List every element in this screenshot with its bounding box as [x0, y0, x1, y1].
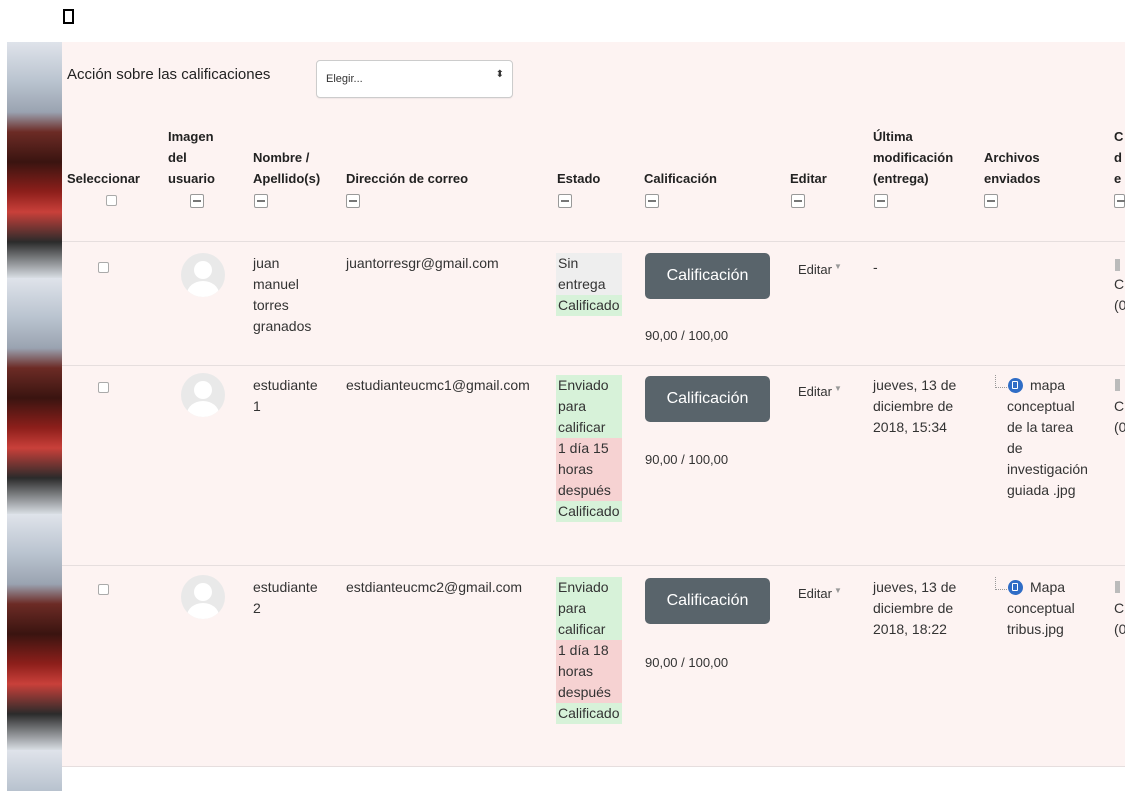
edit-menu[interactable]: Editar ▼	[798, 586, 842, 601]
status-cell: Enviado para calificar 1 día 18 horas de…	[556, 577, 622, 724]
header-cut-off: C d e	[1114, 129, 1124, 186]
last-modified: jueves, 13 de diciembre de 2018, 18:22	[873, 579, 957, 637]
header-last-modified: Última modificación (entrega)	[873, 129, 954, 186]
select-value: Elegir...	[326, 73, 363, 85]
avatar	[181, 373, 225, 417]
collapse-column-icon[interactable]	[190, 194, 204, 208]
student-email: estdianteucmc2@gmail.com	[346, 579, 523, 595]
submitted-file-link[interactable]: Mapa conceptual tribus.jpg	[1007, 577, 1102, 640]
select-arrow-icon: ⬍	[495, 69, 504, 80]
avatar	[181, 575, 225, 619]
truncated-icon	[1115, 581, 1120, 593]
truncated-column: C (0	[1114, 276, 1125, 313]
truncated-icon	[1115, 379, 1120, 391]
edit-menu[interactable]: Editar ▼	[798, 262, 842, 277]
grading-action-label: Acción sobre las calificaciones	[67, 66, 271, 83]
corner-square-icon	[63, 9, 74, 24]
grading-table-panel: Acción sobre las calificaciones Elegir..…	[62, 42, 1125, 767]
last-modified: -	[873, 259, 878, 275]
collapse-column-icon[interactable]	[1114, 194, 1125, 208]
edit-menu[interactable]: Editar ▼	[798, 384, 842, 399]
grade-button[interactable]: Calificación	[645, 578, 770, 624]
grade-value: 90,00 / 100,00	[645, 452, 729, 467]
header-submitted-files: Archivos enviados	[984, 150, 1041, 186]
row-checkbox[interactable]	[98, 584, 109, 595]
header-user-image: Imagen del usuario	[168, 129, 215, 186]
truncated-column: C (0	[1114, 600, 1125, 637]
row-divider	[62, 565, 1125, 566]
select-all-checkbox[interactable]	[106, 195, 117, 206]
caret-down-icon: ▼	[833, 262, 842, 271]
collapse-column-icon[interactable]	[346, 194, 360, 208]
status-cell: Enviado para calificar 1 día 15 horas de…	[556, 375, 622, 522]
grade-button[interactable]: Calificación	[645, 253, 770, 299]
header-grade: Calificación	[644, 171, 717, 186]
grading-action-select[interactable]: Elegir... ⬍	[316, 60, 513, 98]
truncated-icon	[1115, 259, 1120, 271]
avatar	[181, 253, 225, 297]
row-checkbox[interactable]	[98, 262, 109, 273]
student-name: juan manuel torres granados	[253, 255, 312, 334]
collapse-column-icon[interactable]	[254, 194, 268, 208]
collapse-column-icon[interactable]	[874, 194, 888, 208]
decorative-background-strip	[7, 42, 62, 791]
truncated-column: C (0	[1114, 398, 1125, 435]
student-name: estudiante 2	[253, 579, 318, 616]
collapse-column-icon[interactable]	[558, 194, 572, 208]
header-email: Dirección de correo	[346, 171, 469, 186]
submitted-file-link[interactable]: mapa conceptual de la tarea de investiga…	[1007, 375, 1102, 501]
file-tree-connector	[995, 375, 1007, 388]
status-cell: Sin entrega Calificado	[556, 253, 622, 316]
grade-value: 90,00 / 100,00	[645, 328, 729, 343]
row-divider	[62, 365, 1125, 366]
student-email: juantorresgr@gmail.com	[346, 255, 499, 271]
header-name: Nombre / Apellido(s)	[253, 150, 321, 186]
last-modified: jueves, 13 de diciembre de 2018, 15:34	[873, 377, 957, 435]
header-edit: Editar	[790, 171, 827, 186]
grade-value: 90,00 / 100,00	[645, 655, 729, 670]
header-status: Estado	[557, 171, 601, 186]
collapse-column-icon[interactable]	[645, 194, 659, 208]
file-tree-connector	[995, 577, 1007, 590]
row-checkbox[interactable]	[98, 382, 109, 393]
student-email: estudianteucmc1@gmail.com	[346, 377, 530, 393]
collapse-column-icon[interactable]	[984, 194, 998, 208]
grade-button[interactable]: Calificación	[645, 376, 770, 422]
header-select: Seleccionar	[67, 171, 140, 186]
collapse-column-icon[interactable]	[791, 194, 805, 208]
row-divider	[62, 241, 1125, 242]
row-divider	[62, 766, 1125, 767]
caret-down-icon: ▼	[833, 384, 842, 393]
student-name: estudiante 1	[253, 377, 318, 414]
caret-down-icon: ▼	[833, 586, 842, 595]
